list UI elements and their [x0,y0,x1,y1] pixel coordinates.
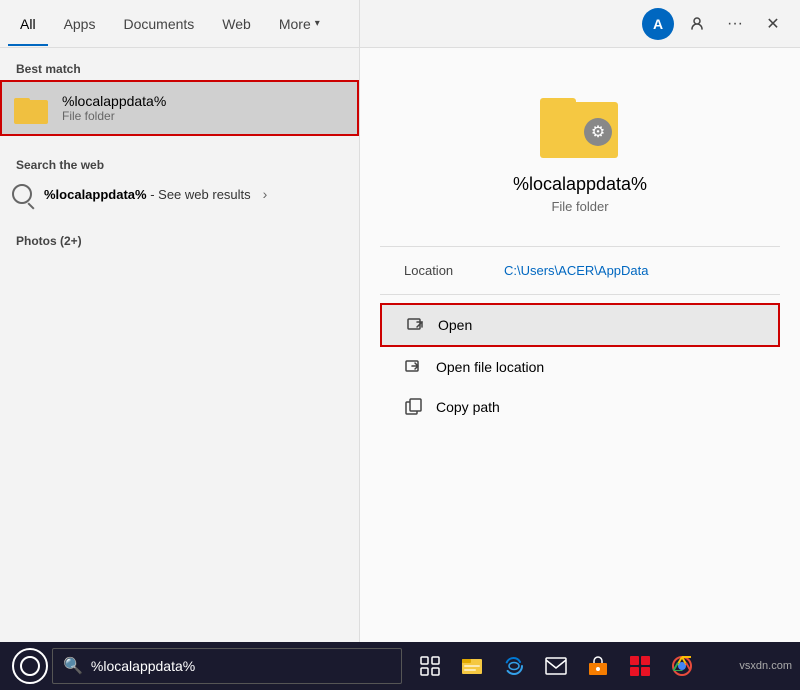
tabs-bar: All Apps Documents Web More ▾ [0,0,359,48]
open-label: Open [438,317,472,333]
tab-web[interactable]: Web [210,10,263,38]
web-search-label: Search the web [0,152,359,176]
copy-icon [404,397,424,417]
divider [380,246,780,247]
best-match-text: %localappdata% File folder [62,93,345,123]
time-display: vsxdn.com [739,660,792,672]
web-search-section: Search the web %localappdata% - See web … [0,144,359,220]
taskbar: 🔍 [0,642,800,690]
location-row: Location C:\Users\ACER\AppData [380,255,780,286]
web-search-item[interactable]: %localappdata% - See web results › [0,176,359,212]
system-tray: vsxdn.com [739,660,792,672]
detail-content: ⚙ %localappdata% File folder Location C:… [360,48,800,447]
location-value[interactable]: C:\Users\ACER\AppData [504,263,649,278]
best-match-subtitle: File folder [62,109,345,123]
copy-path-button[interactable]: Copy path [380,387,780,427]
chrome-button[interactable] [662,646,702,686]
copy-path-label: Copy path [436,399,500,415]
tab-documents[interactable]: Documents [111,10,206,38]
ellipsis-button[interactable]: ··· [720,9,750,39]
best-match-title: %localappdata% [62,93,345,109]
start-button[interactable] [12,648,48,684]
photos-section: Photos (2+) [0,220,359,260]
tab-more[interactable]: More ▾ [267,10,332,38]
web-search-text: %localappdata% - See web results [44,187,251,202]
open-file-location-button[interactable]: Open file location [380,347,780,387]
tab-apps[interactable]: Apps [52,10,108,38]
left-panel: All Apps Documents Web More ▾ Best match… [0,0,360,642]
divider2 [380,294,780,295]
avatar-button[interactable]: A [642,8,674,40]
photos-label: Photos (2+) [0,228,359,252]
search-icon [12,184,32,204]
header-right: A ··· ✕ [360,0,800,48]
tab-all[interactable]: All [8,10,48,38]
taskbar-search-icon: 🔍 [63,656,83,676]
detail-type: File folder [551,199,608,214]
best-match-section: Best match %localappdata% File folder [0,48,359,144]
large-folder-icon: ⚙ [540,88,620,158]
xbox-button[interactable] [620,646,660,686]
open-file-location-label: Open file location [436,359,544,375]
taskbar-icons [410,646,702,686]
chevron-right-icon: › [263,186,268,202]
open-location-icon [404,357,424,377]
folder-icon [14,90,50,126]
store-button[interactable] [578,646,618,686]
right-panel: ⚙ %localappdata% File folder Location C:… [360,0,800,642]
edge-browser-button[interactable] [494,646,534,686]
open-button[interactable]: Open [380,303,780,347]
person-icon-button[interactable] [682,9,712,39]
close-button[interactable]: ✕ [758,9,788,39]
task-view-button[interactable] [410,646,450,686]
mail-button[interactable] [536,646,576,686]
taskbar-search-box[interactable]: 🔍 [52,648,402,684]
file-explorer-button[interactable] [452,646,492,686]
best-match-item[interactable]: %localappdata% File folder [0,80,359,136]
taskbar-search-input[interactable] [91,658,391,674]
search-panel: All Apps Documents Web More ▾ Best match… [0,0,800,642]
best-match-label: Best match [0,56,359,80]
open-icon [406,315,426,335]
detail-name: %localappdata% [513,174,647,195]
chevron-down-icon: ▾ [315,18,320,29]
location-label: Location [404,263,504,278]
gear-icon: ⚙ [584,118,612,146]
